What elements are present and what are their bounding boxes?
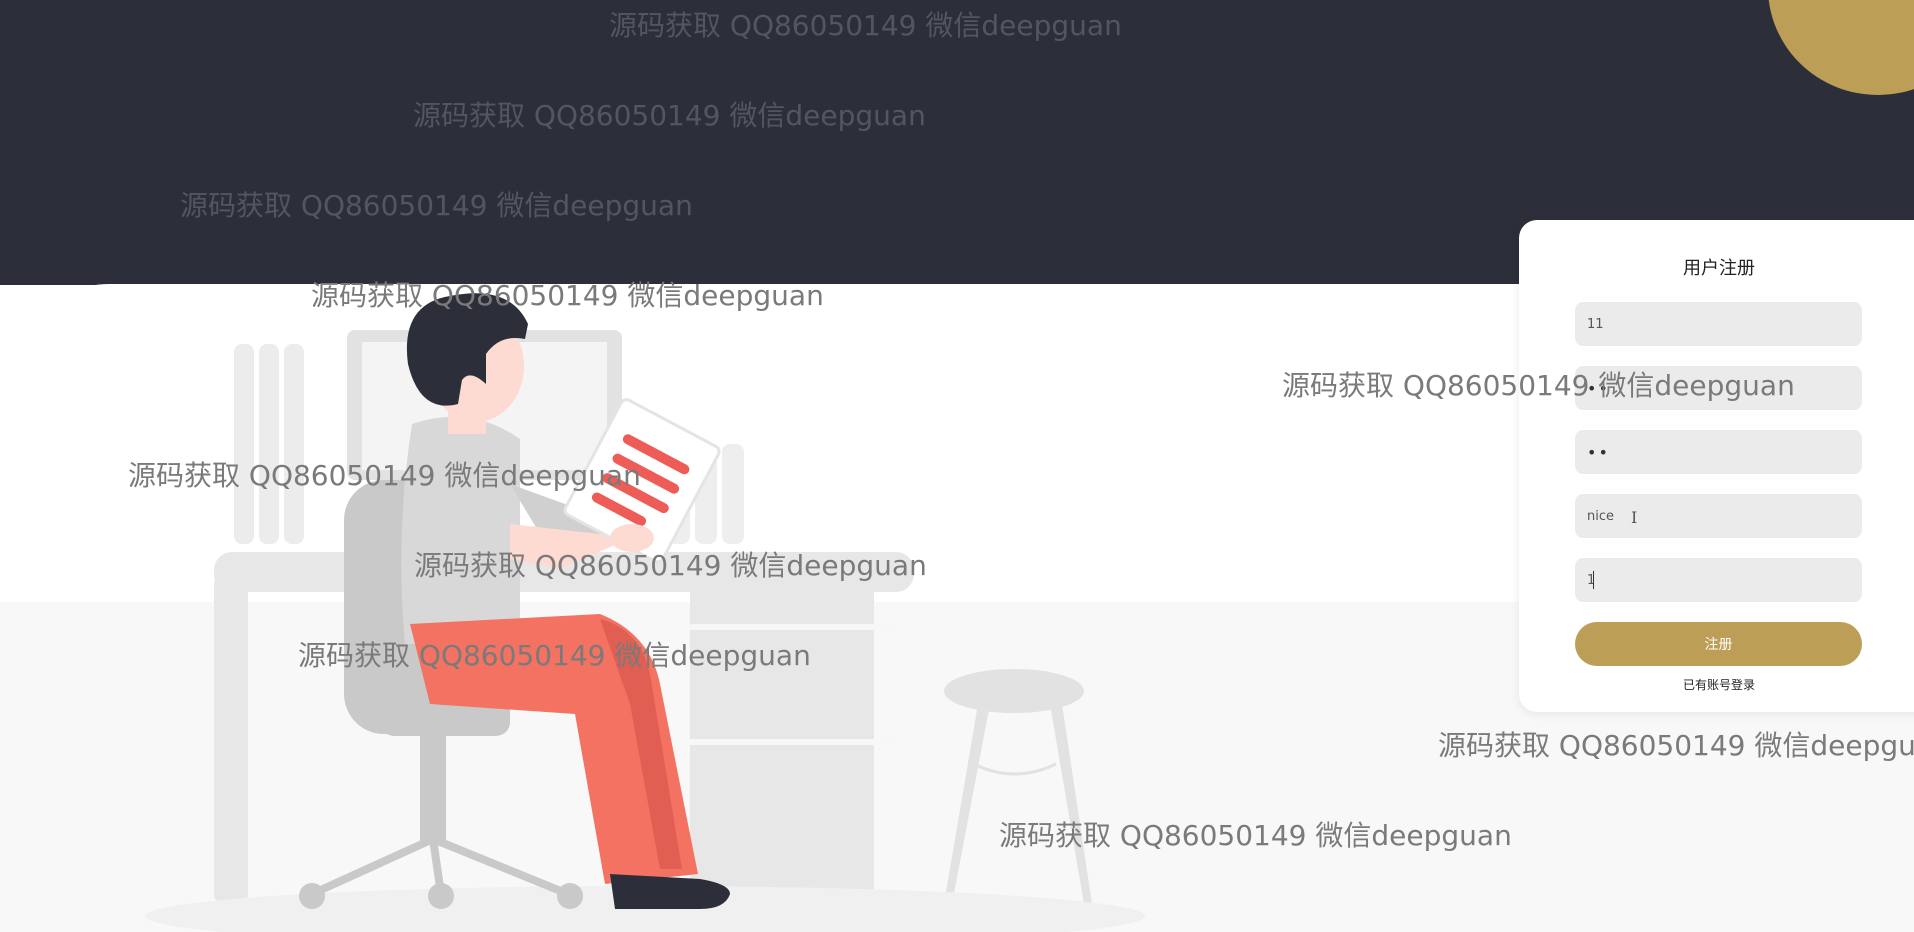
text-caret bbox=[1593, 571, 1594, 589]
username-input[interactable] bbox=[1585, 315, 1852, 333]
register-form: 用户注册 I 注册 已有账号登录 bbox=[1519, 220, 1914, 712]
confirm-password-input[interactable] bbox=[1585, 441, 1852, 463]
extra-field[interactable] bbox=[1575, 558, 1862, 602]
register-page: 用户注册 I 注册 已有账号登录 源码获取 QQ86050149 微信deepg… bbox=[0, 0, 1914, 932]
login-link[interactable]: 已有账号登录 bbox=[1519, 676, 1914, 693]
confirm-password-field[interactable] bbox=[1575, 430, 1862, 474]
nickname-field[interactable]: I bbox=[1575, 494, 1862, 538]
username-field[interactable] bbox=[1575, 302, 1862, 346]
form-title: 用户注册 bbox=[1683, 258, 1755, 279]
password-field[interactable] bbox=[1575, 366, 1862, 410]
register-button[interactable]: 注册 bbox=[1575, 622, 1862, 666]
text-cursor-icon: I bbox=[1631, 508, 1638, 527]
extra-input[interactable] bbox=[1585, 571, 1852, 589]
password-input[interactable] bbox=[1585, 377, 1852, 399]
nickname-input[interactable] bbox=[1585, 507, 1852, 525]
person-at-desk-illustration bbox=[145, 293, 1145, 932]
